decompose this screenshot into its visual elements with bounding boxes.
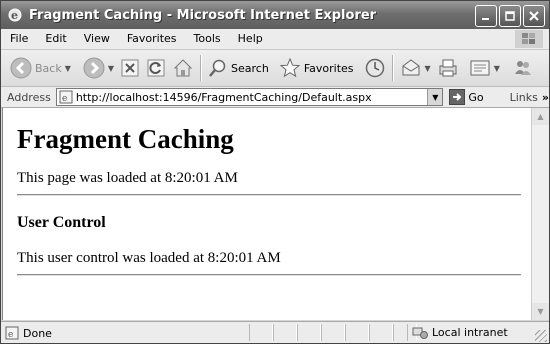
messenger-icon (514, 61, 531, 75)
favorites-label: Favorites (303, 61, 354, 75)
menu-favorites[interactable]: Favorites (118, 29, 185, 49)
stop-icon (121, 59, 139, 77)
forward-dropdown-icon[interactable]: ▼ (108, 64, 114, 73)
standard-toolbar: Back ▼ ▼ Search Favorites ▼ ▼ (1, 50, 549, 87)
stop-button[interactable] (117, 53, 143, 83)
edit-button[interactable]: ▼ (466, 53, 503, 83)
menu-bar: File Edit View Favorites Tools Help (1, 29, 549, 50)
status-bar: e Done Local intranet (1, 321, 549, 343)
refresh-icon (147, 59, 165, 77)
go-label: Go (468, 90, 484, 104)
svg-text:e: e (62, 94, 67, 104)
window-title: Fragment Caching - Microsoft Internet Ex… (29, 7, 377, 23)
page-icon: e (59, 90, 73, 104)
status-section: e Done (5, 326, 52, 340)
menu-view[interactable]: View (75, 29, 118, 49)
history-icon (365, 58, 384, 78)
minimize-icon (482, 18, 489, 20)
links-label[interactable]: Links (510, 91, 538, 104)
divider (17, 274, 521, 276)
status-panel (345, 324, 369, 341)
refresh-button[interactable] (143, 53, 169, 83)
intranet-icon (412, 327, 428, 339)
status-text: Done (23, 326, 52, 340)
mail-dropdown-icon[interactable]: ▼ (425, 64, 431, 73)
favorites-button[interactable]: Favorites (276, 53, 357, 83)
mail-icon (402, 59, 420, 76)
maximize-icon (505, 11, 515, 21)
toolbar-separator (391, 55, 394, 81)
svg-text:e: e (8, 330, 13, 340)
svg-text:e: e (11, 9, 18, 22)
page-done-icon: e (5, 326, 19, 340)
title-bar: e Fragment Caching - Microsoft Internet … (1, 1, 549, 29)
status-panel (249, 324, 273, 341)
scroll-down-icon[interactable]: ▼ (532, 303, 549, 320)
links-chevron-icon[interactable]: » (542, 91, 549, 104)
star-icon (279, 57, 301, 78)
status-panel (369, 324, 393, 341)
menu-help[interactable]: Help (229, 29, 271, 49)
search-button[interactable]: Search (205, 53, 272, 83)
divider (17, 194, 521, 196)
resize-grip-icon[interactable] (535, 330, 547, 342)
back-button[interactable]: Back ▼ (7, 53, 74, 83)
status-panel (273, 324, 297, 341)
address-dropdown-icon[interactable]: ▼ (427, 89, 443, 105)
forward-arrow-icon (83, 57, 105, 79)
security-zone[interactable]: Local intranet (407, 324, 508, 341)
menu-tools[interactable]: Tools (185, 29, 229, 49)
address-bar: Address e http://localhost:14596/Fragmen… (1, 87, 549, 108)
zone-label: Local intranet (432, 326, 508, 339)
edit-dropdown-icon[interactable]: ▼ (494, 64, 500, 73)
print-icon (439, 59, 457, 77)
mail-button[interactable]: ▼ (397, 53, 434, 83)
minimize-button[interactable] (475, 5, 497, 27)
window-controls (475, 5, 545, 27)
menu-edit[interactable]: Edit (36, 29, 74, 49)
back-label: Back (35, 61, 62, 75)
search-label: Search (231, 61, 269, 75)
edit-page-icon (470, 60, 490, 76)
search-icon (209, 59, 226, 77)
go-arrow-icon (449, 89, 466, 105)
home-icon (173, 59, 193, 77)
address-field[interactable]: e http://localhost:14596/FragmentCaching… (55, 88, 444, 106)
go-button[interactable]: Go (449, 89, 484, 105)
menu-file[interactable]: File (1, 29, 36, 49)
maximize-button[interactable] (499, 5, 521, 27)
status-panels (249, 324, 417, 341)
toolbar-separator (200, 55, 203, 81)
windows-logo-icon (515, 30, 543, 48)
messenger-button[interactable] (509, 53, 537, 83)
status-panel (321, 324, 345, 341)
address-label: Address (7, 90, 51, 104)
back-arrow-icon (10, 57, 32, 79)
ie-logo-icon: e (8, 8, 22, 22)
browser-window: e Fragment Caching - Microsoft Internet … (0, 0, 550, 344)
scroll-up-icon[interactable]: ▲ (532, 108, 549, 125)
page-loaded-text: This page was loaded at 8:20:01 AM (17, 170, 238, 186)
page-content: Fragment Caching This page was loaded at… (2, 108, 531, 320)
forward-button[interactable]: ▼ (80, 53, 117, 83)
print-button[interactable] (434, 53, 462, 83)
close-icon (529, 11, 539, 21)
address-url: http://localhost:14596/FragmentCaching/D… (75, 90, 372, 104)
page-heading: Fragment Caching (17, 124, 234, 154)
user-control-heading: User Control (17, 214, 106, 231)
status-panel (297, 324, 321, 341)
home-button[interactable] (169, 53, 197, 83)
document: Fragment Caching This page was loaded at… (3, 124, 531, 276)
user-control-loaded-text: This user control was loaded at 8:20:01 … (17, 250, 281, 266)
history-button[interactable] (361, 53, 389, 83)
back-dropdown-icon[interactable]: ▼ (65, 64, 71, 73)
vertical-scrollbar[interactable]: ▲ ▼ (531, 108, 549, 320)
close-button[interactable] (523, 5, 545, 27)
